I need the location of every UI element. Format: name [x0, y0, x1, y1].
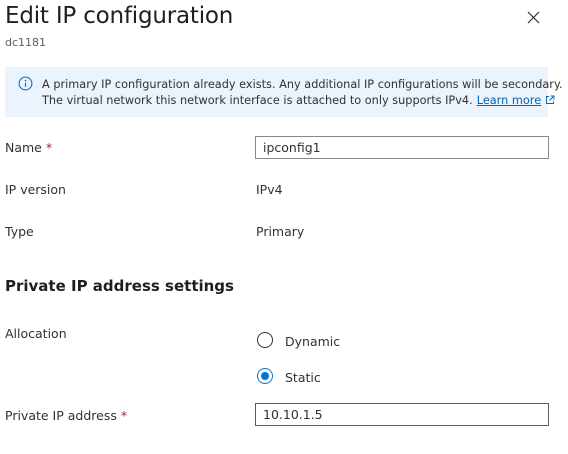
- external-link-icon[interactable]: [545, 95, 555, 105]
- radio-dynamic-label: Dynamic: [285, 334, 341, 349]
- required-marker: *: [45, 140, 53, 155]
- page-title: Edit IP configuration: [5, 3, 234, 29]
- info-icon: [18, 76, 33, 91]
- close-icon: [527, 11, 540, 24]
- ip-version-label: IP version: [5, 182, 66, 197]
- private-ip-label: Private IP address *: [5, 408, 127, 423]
- close-button[interactable]: [522, 6, 544, 28]
- info-line-2: The virtual network this network interfa…: [42, 93, 555, 109]
- radio-selected-dot: [261, 372, 269, 380]
- name-label-text: Name: [5, 140, 42, 155]
- section-heading: Private IP address settings: [5, 277, 234, 295]
- learn-more-link[interactable]: Learn more: [477, 94, 541, 107]
- private-ip-label-text: Private IP address: [5, 408, 117, 423]
- type-value: Primary: [256, 224, 305, 239]
- radio-static-label: Static: [285, 370, 321, 385]
- info-message: A primary IP configuration already exist…: [42, 77, 563, 109]
- radio-dynamic-circle[interactable]: [257, 332, 273, 348]
- info-message-bar: A primary IP configuration already exist…: [5, 67, 563, 117]
- name-input[interactable]: [255, 136, 549, 159]
- info-line-1: A primary IP configuration already exist…: [42, 78, 563, 91]
- resource-name: dc1181: [5, 36, 47, 49]
- radio-static-circle[interactable]: [257, 368, 273, 384]
- private-ip-input[interactable]: [255, 403, 549, 426]
- allocation-label: Allocation: [5, 326, 67, 341]
- info-line-2-text: The virtual network this network interfa…: [42, 94, 473, 107]
- ip-version-value: IPv4: [256, 182, 283, 197]
- type-label: Type: [5, 224, 34, 239]
- required-marker: *: [120, 408, 128, 423]
- name-label: Name *: [5, 140, 52, 155]
